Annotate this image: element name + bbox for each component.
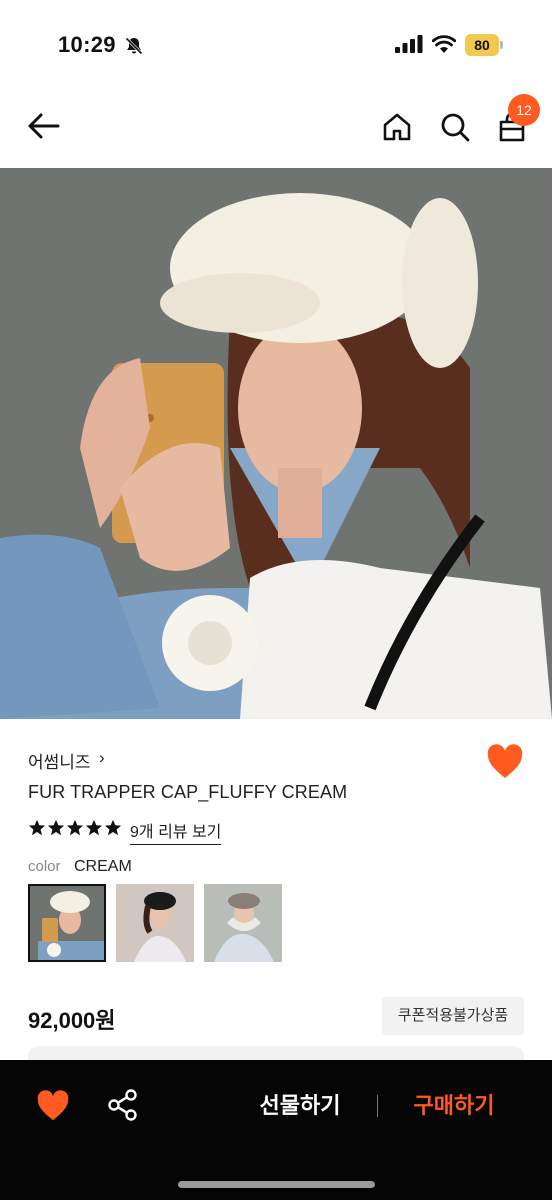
share-button[interactable] <box>108 1089 138 1121</box>
wifi-icon <box>432 35 456 53</box>
thumbnail-image <box>30 886 104 960</box>
cellular-signal-icon <box>395 35 423 53</box>
color-option-thumbnail[interactable] <box>116 884 194 962</box>
star-icon <box>66 819 84 836</box>
share-icon <box>108 1089 137 1121</box>
heart-icon <box>37 1090 69 1121</box>
brand-link[interactable]: 어썸니즈 <box>28 748 91 773</box>
divider <box>377 1095 378 1117</box>
star-icon <box>85 819 103 836</box>
color-label: color <box>28 858 61 875</box>
home-icon <box>383 113 411 141</box>
bell-off-icon <box>125 37 143 55</box>
battery-indicator: 80 <box>465 34 503 56</box>
star-icon <box>104 819 122 836</box>
top-nav-bar <box>0 90 552 168</box>
product-photo <box>0 168 552 719</box>
coupon-unavailable-badge: 쿠폰적용불가상품 <box>382 997 524 1035</box>
status-bar: 10:29 80 <box>0 0 552 90</box>
price: 92,000원 <box>28 1008 116 1033</box>
buy-button[interactable]: 구매하기 <box>392 1090 516 1124</box>
home-indicator[interactable] <box>178 1181 375 1188</box>
color-option-thumbnail-selected[interactable] <box>28 884 106 962</box>
review-link[interactable]: 9개 리뷰 보기 <box>130 818 222 845</box>
status-time: 10:29 <box>58 32 116 57</box>
battery-tip <box>500 41 503 49</box>
chevron-right-icon[interactable]: › <box>99 748 105 768</box>
star-icon <box>47 819 65 836</box>
bottom-wishlist-button[interactable] <box>36 1090 70 1122</box>
arrow-left-icon <box>28 113 60 139</box>
product-title: FUR TRAPPER CAP_FLUFFY CREAM <box>28 782 348 802</box>
product-hero-image[interactable] <box>0 168 552 719</box>
cart-count-badge: 12 <box>508 94 540 126</box>
search-button[interactable] <box>435 107 475 147</box>
thumbnail-image <box>116 884 194 962</box>
heart-icon <box>487 744 523 778</box>
color-value: CREAM <box>74 858 132 875</box>
search-icon <box>441 113 470 142</box>
bottom-action-bar: 선물하기 구매하기 <box>0 1060 552 1200</box>
rating-stars <box>28 818 122 840</box>
back-button[interactable] <box>24 106 64 146</box>
home-button[interactable] <box>377 107 417 147</box>
star-icon <box>28 819 46 836</box>
thumbnail-image <box>204 884 282 962</box>
color-option-thumbnail[interactable] <box>204 884 282 962</box>
gift-button[interactable]: 선물하기 <box>240 1090 360 1124</box>
battery-level: 80 <box>465 34 499 56</box>
wishlist-heart-button[interactable] <box>486 744 524 780</box>
